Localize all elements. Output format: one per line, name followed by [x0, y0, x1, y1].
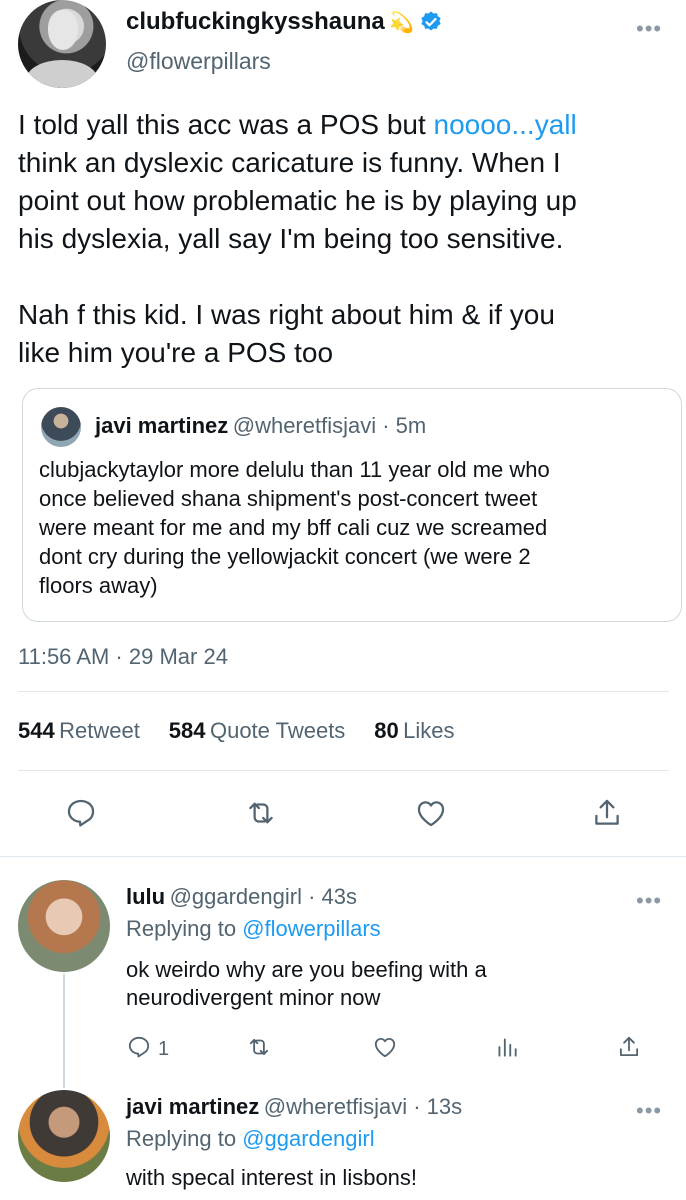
reply-action-reply[interactable]: 1 — [126, 1034, 169, 1065]
quoted-line: dont cry during the yellowjackit concert… — [39, 544, 531, 569]
reply-line: with specal interest in lisbons! — [126, 1165, 418, 1190]
likes-stat[interactable]: 80 Likes — [374, 718, 454, 743]
like-icon[interactable] — [414, 796, 448, 830]
author-handle[interactable]: @flowerpillars — [126, 48, 271, 75]
quoted-line: floors away) — [39, 573, 158, 598]
retweets-count: 544 — [18, 718, 55, 743]
reply-header-lulu: lulu @ggardengirl · 43s — [126, 884, 357, 910]
quote-tweets-stat[interactable]: 584 Quote Tweets — [169, 718, 350, 743]
retweet-icon[interactable] — [246, 1034, 272, 1065]
reply-icon[interactable] — [64, 796, 98, 830]
replying-to-label: Replying to — [126, 1126, 243, 1151]
reply-author-handle-time[interactable]: @wheretfisjavi · 13s — [264, 1094, 462, 1119]
replying-to-link[interactable]: @ggardengirl — [242, 1126, 374, 1151]
tweet-line-2: think an dyslexic caricature is funny. W… — [18, 147, 561, 178]
reply-line: ok weirdo why are you beefing with a — [126, 957, 487, 982]
share-icon[interactable] — [590, 796, 624, 830]
analytics-icon[interactable] — [494, 1034, 520, 1065]
quoted-author-avatar — [41, 407, 81, 447]
quoted-author-name: javi martinez — [95, 413, 229, 438]
retweet-icon[interactable] — [244, 796, 278, 830]
section-divider — [0, 856, 686, 857]
tweet-timestamp[interactable]: 11:56 AM · 29 Mar 24 — [18, 644, 228, 670]
reply-line: neurodivergent minor now — [126, 985, 381, 1010]
more-options-icon[interactable]: ••• — [636, 1098, 662, 1124]
quote-tweets-label: Quote Tweets — [209, 718, 346, 743]
reply-header-javi: javi martinez @wheretfisjavi · 13s — [126, 1094, 462, 1120]
verified-badge-icon — [419, 10, 443, 39]
retweets-label: Retweet — [59, 718, 140, 743]
reply-count: 1 — [158, 1038, 170, 1060]
more-options-icon[interactable]: ••• — [636, 16, 662, 42]
reply-body-lulu: ok weirdo why are you beefing with a neu… — [126, 956, 487, 1012]
reply-icon[interactable] — [126, 1034, 152, 1065]
quoted-tweet-text: clubjackytaylor more delulu than 11 year… — [39, 455, 669, 600]
tweet-line-1: I told yall this acc was a POS but — [18, 109, 434, 140]
thread-connector-line — [63, 974, 65, 1088]
tweet-line-6: like him you're a POS too — [18, 337, 334, 368]
tweet-line-5: Nah f this kid. I was right about him & … — [18, 299, 555, 330]
tweet-stats: 544 Retweet 584 Quote Tweets 80 Likes — [18, 718, 455, 744]
quoted-tweet-card[interactable]: javi martinez @wheretfisjavi · 5m clubja… — [22, 388, 682, 622]
quote-tweets-count: 584 — [168, 718, 206, 743]
quoted-line: once believed shana shipment's post-conc… — [39, 486, 538, 511]
likes-label: Likes — [403, 718, 455, 743]
author-avatar[interactable] — [18, 0, 106, 88]
share-icon[interactable] — [616, 1034, 642, 1065]
replying-to-link[interactable]: @flowerpillars — [242, 916, 380, 941]
divider — [18, 770, 669, 771]
replying-to-line: Replying to @flowerpillars — [126, 916, 381, 942]
replying-to-line: Replying to @ggardengirl — [126, 1126, 375, 1152]
like-icon[interactable] — [372, 1034, 398, 1065]
quoted-line: clubjackytaylor more delulu than 11 year… — [39, 457, 550, 482]
tweet-line-4: his dyslexia, yall say I'm being too sen… — [18, 223, 564, 254]
likes-count: 80 — [374, 718, 399, 743]
retweets-stat[interactable]: 544 Retweet — [18, 718, 144, 743]
tweet-link[interactable]: noooo...yall — [434, 109, 577, 140]
reply-author-name[interactable]: javi martinez — [126, 1094, 259, 1119]
reply-author-handle-time[interactable]: @ggardengirl · 43s — [170, 884, 357, 909]
reply-author-name[interactable]: lulu — [126, 884, 165, 909]
tweet-line-3: point out how problematic he is by playi… — [18, 185, 577, 216]
replying-to-label: Replying to — [126, 916, 243, 941]
reply-body-javi: with specal interest in lisbons! — [126, 1164, 417, 1192]
quoted-author-row: javi martinez @wheretfisjavi · 5m — [95, 413, 426, 439]
author-name-row[interactable]: clubfuckingkysshauna 💫 — [126, 8, 443, 39]
quoted-line: were meant for me and my bff cali cuz we… — [39, 515, 548, 540]
sparkle-emoji: 💫 — [389, 12, 415, 34]
quoted-author-handle-time: @wheretfisjavi · 5m — [232, 413, 427, 438]
reply-avatar-javi[interactable] — [18, 1090, 110, 1182]
tweet-body: I told yall this acc was a POS but noooo… — [18, 106, 678, 372]
author-display-name[interactable]: clubfuckingkysshauna — [126, 8, 385, 35]
more-options-icon[interactable]: ••• — [636, 888, 662, 914]
reply-avatar-lulu[interactable] — [18, 880, 110, 972]
divider — [18, 691, 669, 692]
